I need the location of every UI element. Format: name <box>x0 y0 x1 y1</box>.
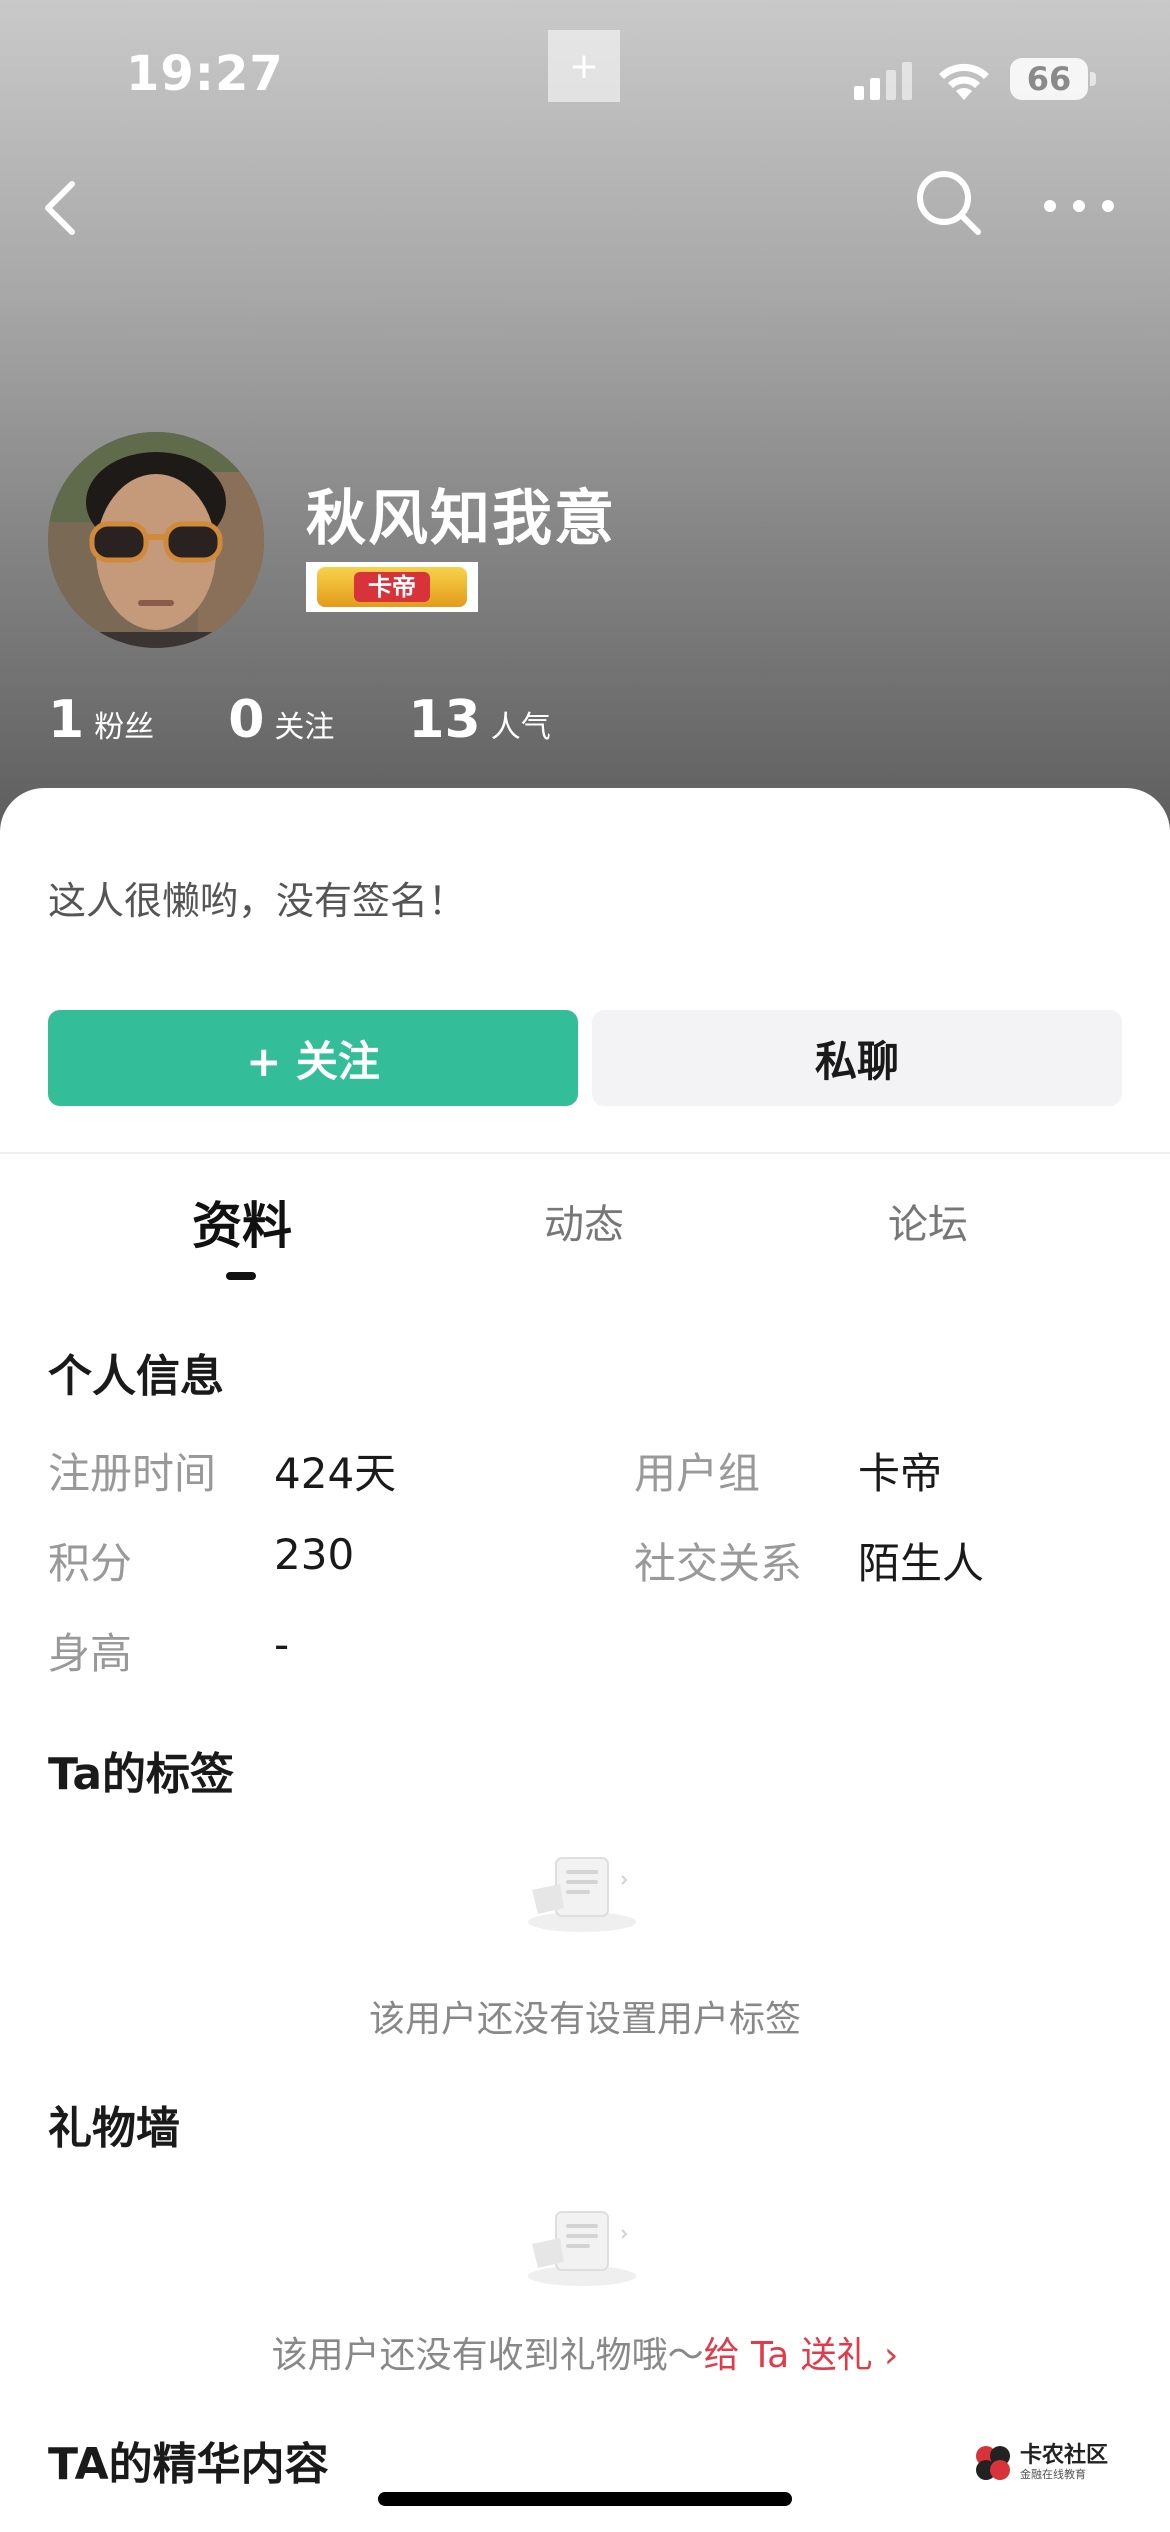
info-value: 陌生人 <box>858 1539 985 1588</box>
tab-forum[interactable]: 论坛 <box>888 1192 968 1250</box>
search-icon[interactable] <box>912 166 984 238</box>
watermark-title: 卡农社区 <box>1020 2443 1109 2468</box>
info-label: 社交关系 <box>634 1539 803 1588</box>
crown-badge-icon: 卡帝 <box>317 567 467 607</box>
stat-value: 13 <box>408 690 481 750</box>
active-tab-indicator <box>226 1272 256 1280</box>
stat-value: 1 <box>48 690 85 750</box>
send-gift-link[interactable]: 给 Ta 送礼 › <box>704 2335 899 2376</box>
stat-label: 人气 <box>490 710 551 745</box>
empty-document-icon <box>528 1857 636 1932</box>
username: 秋风知我意 <box>306 484 616 554</box>
info-label: 积分 <box>48 1539 133 1588</box>
tab-profile-info[interactable]: 资料 <box>192 1186 292 1258</box>
wifi-icon <box>939 63 989 100</box>
section-title-tags: Ta的标签 <box>48 1749 235 1800</box>
stat-value: 0 <box>228 690 265 750</box>
divider <box>0 1152 1170 1154</box>
battery-tip <box>1090 72 1096 86</box>
home-indicator[interactable] <box>378 2492 792 2506</box>
profile-stats: 1 粉丝 0 关注 13 人气 <box>48 690 625 760</box>
info-value: 424天 <box>274 1449 397 1498</box>
info-value: 230 <box>274 1530 355 1579</box>
stat-fans[interactable]: 1 粉丝 <box>48 690 154 750</box>
section-title-gift-wall: 礼物墙 <box>48 2103 180 2154</box>
follow-button[interactable]: + 关注 <box>48 1010 578 1106</box>
cellular-signal-icon <box>854 62 912 100</box>
info-value: - <box>274 1620 290 1669</box>
more-icon[interactable] <box>1042 186 1116 226</box>
gifts-empty-message: 该用户还没有收到礼物哦～ <box>271 2335 704 2376</box>
battery-icon: 66 <box>1010 58 1088 100</box>
empty-document-icon <box>528 2211 636 2286</box>
status-bar: 19:27 + 66 <box>0 0 1170 150</box>
user-group-badge: 卡帝 <box>306 562 478 612</box>
avatar-image <box>48 432 264 648</box>
gifts-empty-row: 该用户还没有收到礼物哦～给 Ta 送礼 › <box>0 2326 1170 2378</box>
info-label: 注册时间 <box>48 1449 217 1498</box>
watermark: 卡农社区 金融在线教育 <box>972 2438 1122 2488</box>
signature: 这人很懒哟，没有签名！ <box>48 879 467 923</box>
info-label: 用户组 <box>634 1449 761 1498</box>
info-value: 卡帝 <box>858 1449 943 1498</box>
private-chat-button[interactable]: 私聊 <box>592 1010 1122 1106</box>
stat-popularity: 13 人气 <box>408 690 550 750</box>
back-icon[interactable] <box>36 172 92 244</box>
badge-label: 卡帝 <box>354 572 430 602</box>
stat-label: 关注 <box>274 710 335 745</box>
watermark-text: 卡农社区 金融在线教育 <box>1020 2444 1108 2482</box>
info-label: 身高 <box>48 1629 133 1678</box>
status-time: 19:27 <box>126 46 284 102</box>
stat-label: 粉丝 <box>94 710 155 745</box>
stat-following[interactable]: 0 关注 <box>228 690 334 750</box>
tab-activity[interactable]: 动态 <box>544 1192 624 1250</box>
kanong-logo-icon <box>976 2446 1010 2480</box>
section-title-featured: TA的精华内容 <box>48 2439 329 2490</box>
section-title-personal-info: 个人信息 <box>48 1351 224 1402</box>
tags-empty-message: 该用户还没有设置用户标签 <box>368 1999 801 2040</box>
watermark-subtitle: 金融在线教育 <box>1020 2468 1086 2481</box>
avatar[interactable] <box>48 432 264 648</box>
add-icon: + <box>548 30 620 102</box>
